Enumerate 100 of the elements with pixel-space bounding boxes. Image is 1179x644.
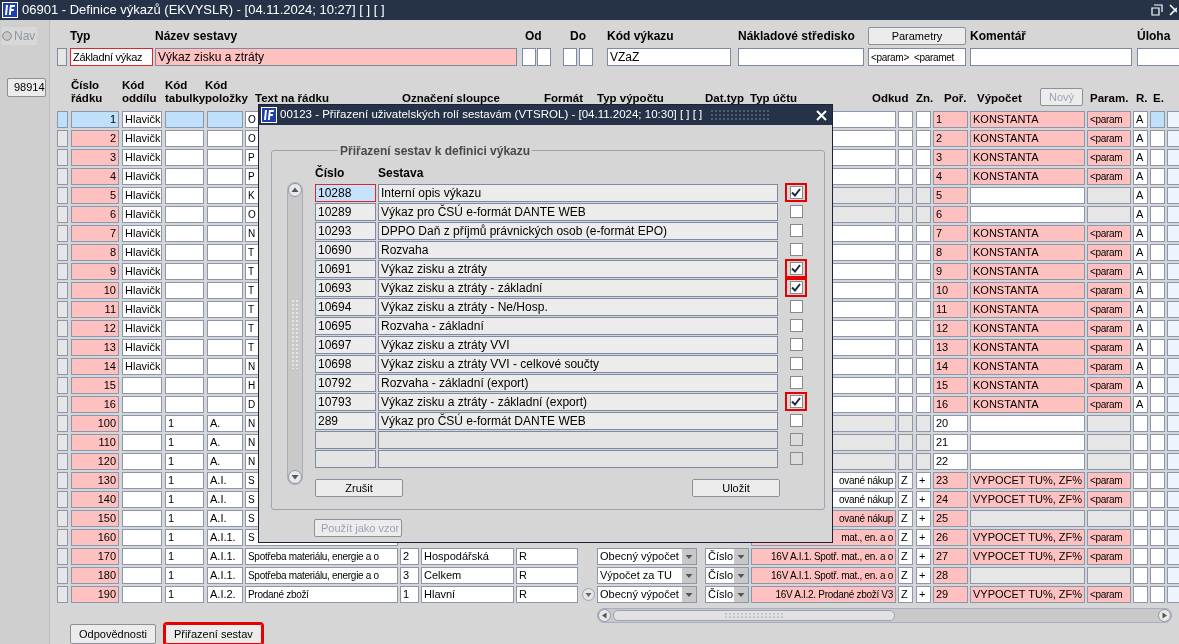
column-header: Kód oddílu xyxy=(122,79,158,105)
dropdown[interactable]: Číslo xyxy=(705,567,749,584)
table-cell: A.I.2. xyxy=(207,586,243,603)
input-field[interactable]: Výkaz zisku a ztráty - Ne/Hosp. xyxy=(378,297,778,316)
input-field[interactable]: Výkaz zisku a ztráty xyxy=(378,259,778,278)
input-field[interactable] xyxy=(579,48,593,66)
input-field[interactable]: Interní opis výkazu xyxy=(378,183,778,202)
horizontal-scrollbar[interactable] xyxy=(597,608,1172,623)
scroll-up-icon[interactable] xyxy=(288,183,302,197)
input-field[interactable] xyxy=(522,48,536,66)
input-field[interactable]: 10288 xyxy=(315,183,376,202)
input-field[interactable]: VZaZ xyxy=(607,48,731,66)
table-cell: <param xyxy=(1087,263,1131,280)
input-field[interactable]: 10693 xyxy=(315,278,376,297)
table-cell xyxy=(1133,415,1148,432)
input-field[interactable] xyxy=(970,48,1132,66)
table-cell xyxy=(207,396,243,413)
input-field[interactable]: 10695 xyxy=(315,316,376,335)
input-field[interactable]: Rozvaha - základní (export) xyxy=(378,373,778,392)
button[interactable]: Parametry xyxy=(868,27,966,45)
dropdown[interactable]: Číslo xyxy=(705,586,749,603)
input-field[interactable]: Výkaz zisku a ztráty xyxy=(155,48,517,66)
input-field[interactable]: Výkaz zisku a ztráty - základní xyxy=(378,278,778,297)
input-field[interactable]: <param> <paramet xyxy=(868,48,966,66)
input-field[interactable]: Základní výkaz xyxy=(70,48,153,66)
input-field[interactable]: 10289 xyxy=(315,202,376,221)
checkbox[interactable] xyxy=(789,281,803,294)
table-cell xyxy=(122,548,162,565)
input-field[interactable]: 10691 xyxy=(315,259,376,278)
button[interactable]: 98914 xyxy=(7,78,46,97)
close-icon[interactable] xyxy=(1169,4,1177,16)
scroll-grip-icon[interactable] xyxy=(291,298,299,369)
table-cell xyxy=(1087,187,1131,204)
scroll-down-icon[interactable] xyxy=(582,588,595,601)
table-cell: A xyxy=(1133,282,1148,299)
checkbox[interactable] xyxy=(789,414,803,427)
input-field[interactable]: 10694 xyxy=(315,297,376,316)
checkbox[interactable] xyxy=(789,205,803,218)
table-cell xyxy=(916,111,931,128)
table-cell xyxy=(1167,377,1179,394)
record-selector[interactable] xyxy=(57,48,67,66)
table-cell: KONSTANTA xyxy=(970,282,1085,299)
input-field[interactable] xyxy=(1137,48,1179,66)
input-field[interactable]: 10293 xyxy=(315,221,376,240)
button[interactable]: Uložit xyxy=(692,479,780,497)
table-cell: 12 xyxy=(71,320,119,337)
table-cell xyxy=(898,206,913,223)
input-field[interactable]: 289 xyxy=(315,411,376,430)
button[interactable]: Odpovědnosti xyxy=(70,624,156,644)
input-field[interactable] xyxy=(378,430,778,449)
table-cell: 25 xyxy=(933,510,968,527)
input-field[interactable]: Výkaz zisku a ztráty VVI xyxy=(378,335,778,354)
table-cell xyxy=(898,434,913,451)
input-field[interactable]: Výkaz zisku a ztráty - základní (export) xyxy=(378,392,778,411)
input-field[interactable]: Rozvaha xyxy=(378,240,778,259)
input-field[interactable] xyxy=(738,48,864,66)
checkbox[interactable] xyxy=(789,357,803,370)
scroll-down-icon[interactable] xyxy=(288,470,302,484)
button[interactable]: Zrušit xyxy=(315,479,403,497)
checkbox[interactable] xyxy=(789,224,803,237)
dropdown[interactable]: Obecný výpočet xyxy=(597,586,697,603)
checkbox[interactable] xyxy=(789,376,803,389)
checkbox[interactable] xyxy=(789,186,803,199)
vertical-scrollbar[interactable] xyxy=(287,182,303,485)
checkbox[interactable] xyxy=(789,262,803,275)
table-cell: 21 xyxy=(933,434,968,451)
button[interactable]: Přiřazení sestav xyxy=(164,624,262,644)
input-field[interactable]: 10792 xyxy=(315,373,376,392)
table-cell: 6 xyxy=(933,206,968,223)
input-field[interactable] xyxy=(563,48,577,66)
field-label: Do xyxy=(570,28,587,45)
input-field[interactable]: Rozvaha - základní xyxy=(378,316,778,335)
scroll-left-icon[interactable] xyxy=(598,609,611,622)
input-field[interactable]: Výkaz pro ČSÚ e-formát DANTE WEB xyxy=(378,411,778,430)
input-field[interactable]: 10698 xyxy=(315,354,376,373)
close-icon[interactable] xyxy=(816,109,827,121)
input-field[interactable]: 10697 xyxy=(315,335,376,354)
checkbox[interactable] xyxy=(789,319,803,332)
input-field[interactable] xyxy=(537,48,551,66)
input-field[interactable]: DPPO Daň z příjmů právnických osob (e-formát EPO) xyxy=(378,221,778,240)
input-field[interactable] xyxy=(378,449,778,468)
checkbox[interactable] xyxy=(789,300,803,313)
scroll-thumb[interactable] xyxy=(613,610,895,621)
input-field[interactable]: Výkaz pro ČSÚ e-formát DANTE WEB xyxy=(378,202,778,221)
dropdown[interactable]: Obecný výpočet xyxy=(597,548,697,565)
table-cell xyxy=(1133,510,1148,527)
checkbox[interactable] xyxy=(789,338,803,351)
table-cell xyxy=(122,453,162,470)
checkbox[interactable] xyxy=(789,395,803,408)
dropdown[interactable]: Výpočet za TU xyxy=(597,567,697,584)
table-cell: 16V A.I.1. Spotř. mat., en. a o xyxy=(751,567,896,584)
table-cell: Hlavičk xyxy=(122,320,162,337)
input-field[interactable]: Výkaz zisku a ztráty VVI - celkové součty xyxy=(378,354,778,373)
restore-icon[interactable] xyxy=(1151,4,1163,16)
input-field[interactable]: 10793 xyxy=(315,392,376,411)
input-field[interactable]: 10690 xyxy=(315,240,376,259)
checkbox[interactable] xyxy=(789,243,803,256)
scroll-right-icon[interactable] xyxy=(1158,609,1171,622)
dropdown[interactable]: Číslo xyxy=(705,548,749,565)
table-cell: <param xyxy=(1087,282,1131,299)
